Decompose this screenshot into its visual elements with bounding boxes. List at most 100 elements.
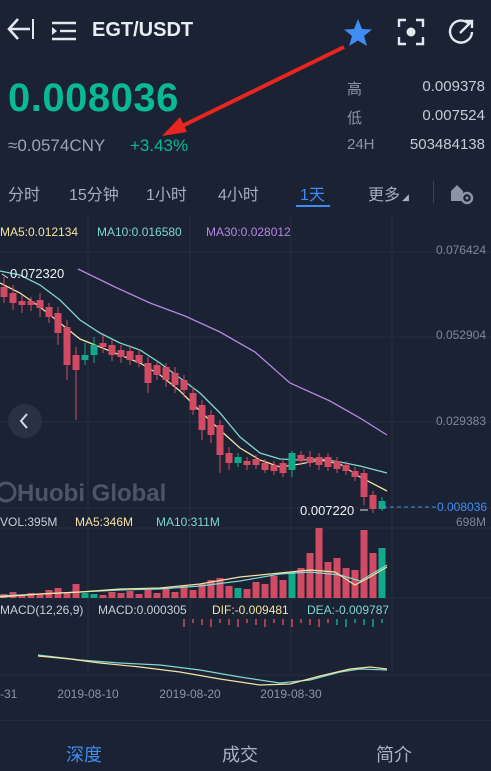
tab-4hour[interactable]: 4小时	[218, 181, 259, 205]
low-price-marker: 0.007220	[300, 503, 354, 518]
candle-body	[279, 463, 287, 473]
candle-body	[108, 345, 116, 355]
chart-settings-icon[interactable]	[449, 181, 475, 205]
candle-body	[90, 345, 98, 355]
volume-bar	[288, 572, 296, 598]
macd-bar	[372, 619, 374, 627]
candle-body	[162, 367, 170, 380]
tab-1hour[interactable]: 1小时	[146, 181, 187, 205]
candle-body	[342, 465, 350, 471]
watermark-text: Huobi Global	[17, 480, 166, 507]
screenshot-scan-icon[interactable]	[397, 18, 425, 46]
macd-bar	[300, 619, 302, 623]
candle-body	[297, 455, 305, 461]
stat-volume-value: 503484138	[409, 136, 485, 153]
volume-bar	[162, 588, 170, 598]
candle-body	[252, 459, 260, 465]
tab-1day[interactable]: 1天	[300, 181, 325, 205]
volume-ma5-legend: MA5:346M	[75, 515, 133, 529]
macd-bar	[264, 619, 266, 627]
macd-bar	[309, 619, 311, 625]
huobi-watermark: Huobi Global	[0, 480, 166, 507]
macd-value-legend: MACD:0.000305	[98, 603, 187, 617]
candle-body	[9, 293, 17, 303]
candle-body	[54, 313, 62, 333]
stat-high-label: 高	[347, 81, 363, 98]
share-icon[interactable]	[447, 18, 475, 46]
candle-body	[324, 457, 332, 467]
candle-body	[351, 471, 359, 477]
candle-body	[144, 363, 152, 383]
candle-body	[378, 501, 386, 509]
favorite-star-icon[interactable]	[343, 18, 373, 48]
candle-body	[99, 343, 107, 347]
volume-bar	[306, 553, 314, 598]
candle-body	[81, 355, 89, 360]
candle-body	[126, 351, 134, 360]
stat-volume: 24H 503484138	[347, 136, 485, 165]
tab-15min[interactable]: 15分钟	[69, 181, 119, 205]
tab-trades[interactable]: 成交	[222, 741, 258, 767]
tab-intro[interactable]: 简介	[376, 741, 412, 767]
volume-bar	[117, 593, 125, 598]
last-price: 0.008036	[8, 76, 179, 120]
volume-bar	[333, 558, 341, 598]
volume-bar	[378, 548, 386, 598]
candle-body	[153, 365, 161, 375]
candle-body	[135, 355, 143, 363]
ma5-legend: MA5:0.012134	[0, 225, 78, 239]
macd-bar	[228, 619, 230, 625]
stat-high-value: 0.009378	[422, 78, 485, 95]
macd-bar	[192, 619, 194, 623]
macd-dif-legend: DIF:-0.009481	[212, 603, 289, 617]
chart-scroll-left-button[interactable]	[8, 404, 42, 438]
volume-bar	[342, 568, 350, 598]
volume-bar	[270, 576, 278, 598]
kline-chart[interactable]: MA5:0.012134 MA10:0.016580 MA30:0.028012…	[0, 215, 491, 707]
volume-ma10-legend: MA10:311M	[156, 515, 220, 529]
cny-price: ≈0.0574CNY	[8, 136, 106, 155]
candle-body	[198, 405, 206, 430]
candle-body	[333, 461, 341, 469]
candle-body	[36, 300, 44, 308]
macd-bar	[354, 619, 356, 623]
macd-bar	[237, 619, 239, 627]
ticker-stats: 高 0.009378 低 0.007524 24H 503484138	[347, 78, 485, 165]
macd-bar	[246, 619, 248, 623]
stat-low-value: 0.007524	[422, 107, 485, 124]
macd-bar	[219, 619, 221, 623]
macd-bar	[327, 619, 329, 623]
price-change-percent: +3.43%	[130, 136, 189, 155]
volume-max-label: 698M	[456, 515, 486, 529]
macd-params-legend: MACD(12,26,9)	[0, 603, 83, 617]
candle-body	[207, 415, 215, 435]
volume-bar	[261, 584, 269, 598]
volume-bar	[171, 592, 179, 598]
tab-divider	[433, 181, 434, 203]
volume-bar	[153, 593, 161, 598]
chevron-left-icon	[19, 413, 28, 429]
tab-more[interactable]: 更多 ◢	[368, 181, 409, 205]
top-bar: EGT/USDT	[0, 0, 491, 62]
trading-pair-title[interactable]: EGT/USDT	[92, 19, 193, 42]
high-marker-line	[1, 273, 9, 279]
date-label-2: 2019-08-10	[57, 687, 119, 701]
candle-body	[117, 350, 125, 357]
volume-bar	[108, 592, 116, 598]
date-label-4: 2019-08-30	[260, 687, 322, 701]
candle-body	[360, 473, 368, 497]
back-arrow-icon[interactable]	[6, 14, 34, 44]
macd-bar	[363, 619, 365, 625]
macd-bar	[381, 619, 383, 623]
macd-bar	[183, 619, 185, 627]
macd-bar	[291, 619, 293, 627]
candle-body	[171, 373, 179, 385]
ma10-legend: MA10:0.016580	[97, 225, 182, 239]
stat-high: 高 0.009378	[347, 78, 485, 107]
candle-body	[180, 380, 188, 390]
tab-depth[interactable]: 深度	[66, 741, 102, 767]
menu-list-icon[interactable]	[52, 20, 76, 42]
volume-bar	[225, 586, 233, 598]
tab-timeshare[interactable]: 分时	[8, 181, 40, 205]
candle-body	[243, 461, 251, 465]
